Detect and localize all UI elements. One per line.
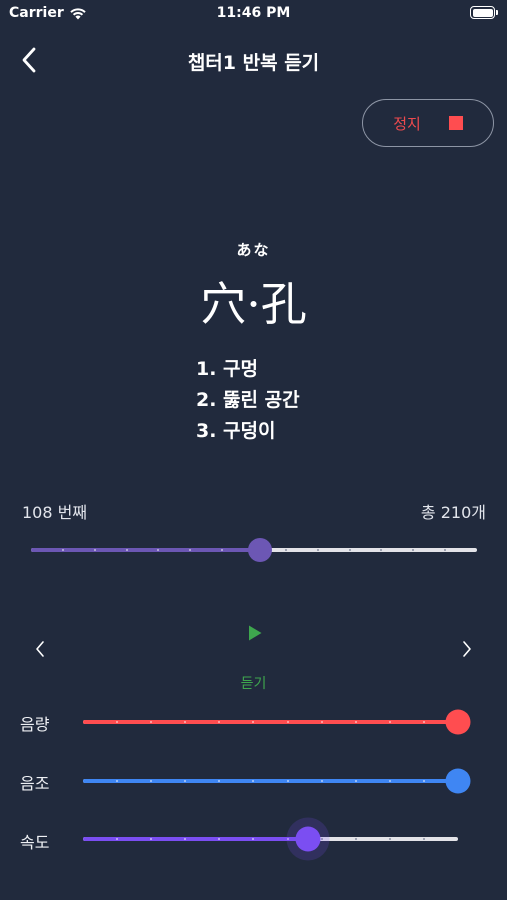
slider-tick (412, 549, 414, 551)
meaning-list: 1. 구멍 2. 뚫린 공간 3. 구덩이 (196, 354, 300, 447)
chevron-right-icon (463, 641, 471, 657)
slider-tick (184, 721, 186, 723)
slider-tick (184, 780, 186, 782)
slider-tick (252, 780, 254, 782)
total-count-label: 총 210개 (420, 503, 486, 522)
slider-tick (218, 780, 220, 782)
pitch-label: 음조 (20, 774, 50, 793)
slider-tick (116, 721, 118, 723)
slider-tick (321, 721, 323, 723)
battery-icon (470, 6, 495, 19)
slider-fill (83, 720, 458, 724)
slider-tick (157, 549, 159, 551)
slider-tick (116, 838, 118, 840)
progress-slider[interactable] (31, 538, 477, 562)
volume-label: 음량 (20, 715, 50, 734)
slider-tick (380, 549, 382, 551)
slider-tick (423, 780, 425, 782)
play-label: 듣기 (240, 676, 267, 692)
slider-tick (126, 549, 128, 551)
slider-tick (389, 780, 391, 782)
slider-tick (355, 721, 357, 723)
slider-tick (355, 838, 357, 840)
slider-tick (252, 838, 254, 840)
current-index-label: 108 번째 (22, 503, 88, 522)
slider-tick (94, 549, 96, 551)
slider-tick (423, 838, 425, 840)
meaning-item: 3. 구덩이 (196, 420, 276, 442)
slider-tick (389, 838, 391, 840)
slider-tick (62, 549, 64, 551)
stop-square-icon (448, 116, 463, 130)
slider-thumb[interactable] (248, 538, 272, 562)
slider-tick (218, 838, 220, 840)
pitch-slider[interactable] (83, 768, 471, 794)
slider-tick (321, 838, 323, 840)
slider-tick (252, 721, 254, 723)
slider-tick (444, 549, 446, 551)
slider-tick (355, 780, 357, 782)
slider-tick (287, 838, 289, 840)
slider-tick (116, 780, 118, 782)
next-word-button[interactable] (456, 636, 478, 662)
play-button[interactable] (238, 616, 272, 650)
slider-tick (287, 721, 289, 723)
word-reading: あな (236, 241, 271, 259)
status-time: 11:46 PM (216, 5, 291, 21)
slider-fill (83, 779, 458, 783)
word-kanji: 穴·孔 (200, 277, 307, 331)
slider-tick (389, 721, 391, 723)
slider-tick (221, 549, 223, 551)
slider-tick (287, 780, 289, 782)
slider-tick (189, 549, 191, 551)
slider-tick (150, 780, 152, 782)
chevron-left-icon (36, 641, 44, 657)
meaning-item: 1. 구멍 (196, 358, 259, 380)
page-title: 챕터1 반복 듣기 (187, 52, 320, 74)
speed-label: 속도 (20, 833, 50, 852)
slider-thumb[interactable] (445, 768, 471, 794)
meaning-item: 2. 뚫린 공간 (196, 389, 300, 411)
slider-thumb[interactable] (445, 709, 471, 735)
slider-tick (150, 838, 152, 840)
slider-tick (150, 721, 152, 723)
play-icon (249, 625, 262, 641)
battery-tip (496, 10, 498, 15)
volume-slider[interactable] (83, 709, 471, 735)
stop-button[interactable]: 정지 (362, 99, 494, 147)
stop-label: 정지 (393, 114, 421, 133)
slider-tick (184, 838, 186, 840)
slider-fill (31, 548, 260, 552)
slider-tick (317, 549, 319, 551)
slider-tick (285, 549, 287, 551)
speed-slider[interactable] (83, 826, 458, 852)
slider-tick (321, 780, 323, 782)
slider-tick (218, 721, 220, 723)
slider-tick (349, 549, 351, 551)
previous-word-button[interactable] (29, 636, 51, 662)
slider-tick (423, 721, 425, 723)
slider-thumb[interactable] (295, 826, 321, 852)
